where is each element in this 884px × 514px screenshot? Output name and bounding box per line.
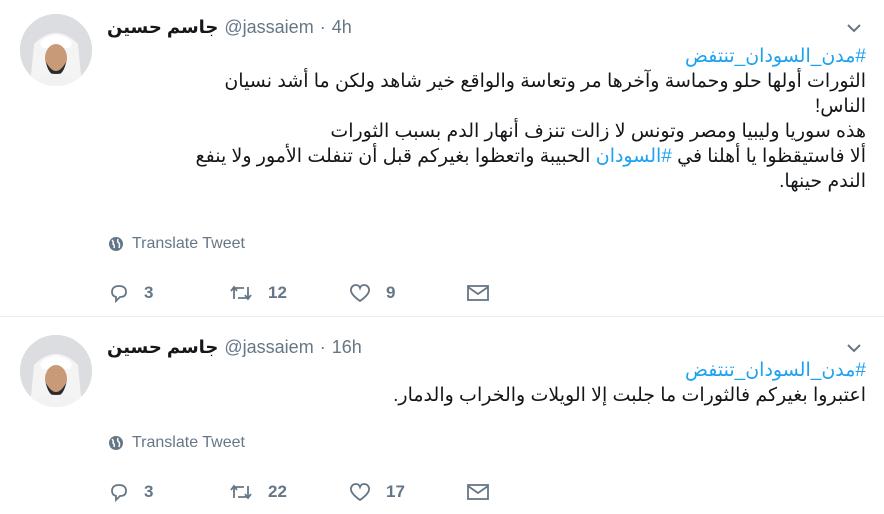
tweet-line: ألا فاستيقظوا يا أهلنا في #السودان الحبي… [107,144,866,169]
tweet-line-text: ألا فاستيقظوا يا أهلنا في [677,146,866,167]
reply-count: 3 [144,482,154,501]
author-handle[interactable]: @jassaiem [224,17,313,38]
chevron-down-icon[interactable] [844,338,864,358]
author-name[interactable]: جاسم حسين [107,337,218,358]
translate-tweet-link[interactable]: Translate Tweet [108,235,245,253]
translate-label: Translate Tweet [132,235,245,252]
reply-button[interactable]: 3 [108,282,228,304]
direct-message-button[interactable] [466,283,506,303]
retweet-button[interactable]: 12 [228,282,348,304]
reply-icon [111,484,127,503]
tweet-header: جاسم حسين @jassaiem · 16h [107,334,864,360]
tweet-1[interactable]: جاسم حسين @jassaiem · 4h #مدن_السودان_تن… [0,0,884,317]
reply-count: 3 [144,283,154,302]
like-count: 17 [386,482,405,501]
hashtag-link[interactable]: #السودان [596,146,672,167]
retweet-count: 22 [268,482,287,501]
author-handle[interactable]: @jassaiem [224,337,313,358]
chevron-down-icon[interactable] [844,18,864,38]
envelope-icon [467,285,489,301]
tweet-feed: جاسم حسين @jassaiem · 4h #مدن_السودان_تن… [0,0,884,514]
like-button[interactable]: 17 [348,481,466,503]
tweet-line: الندم حينها. [779,171,866,192]
globe-icon [109,436,123,450]
like-button[interactable]: 9 [348,282,466,304]
separator-dot: · [319,336,326,357]
avatar[interactable] [20,335,92,407]
tweet-line-text: الحبيبة واتعظوا بغيركم قبل أن تنفلت الأم… [195,146,591,167]
heart-icon [350,483,370,502]
tweet-text: #مدن_السودان_تنتفض الثورات أولها حلو وحم… [107,44,866,194]
tweet-2[interactable]: جاسم حسين @jassaiem · 16h #مدن_السودان_ت… [0,318,884,514]
direct-message-button[interactable] [466,482,506,502]
tweet-line: الثورات أولها حلو وحماسة وآخرها مر وتعاس… [224,71,866,92]
reply-icon [111,285,127,304]
retweet-button[interactable]: 22 [228,481,348,503]
hashtag-link[interactable]: #مدن_السودان_تنتفض [107,358,866,383]
timestamp[interactable]: 4h [332,17,352,38]
tweet-actions: 3 12 9 [108,279,506,307]
timestamp[interactable]: 16h [332,337,362,358]
tweet-line: الناس! [814,96,866,117]
tweet-text: #مدن_السودان_تنتفض اعتبروا بغيركم فالثور… [107,358,866,408]
tweet-actions: 3 22 17 [108,478,506,506]
like-count: 9 [386,283,396,302]
tweet-line: هذه سوريا وليبيا ومصر وتونس لا زالت تنزف… [330,121,866,142]
retweet-icon [230,285,252,301]
envelope-icon [467,484,489,500]
retweet-count: 12 [268,283,287,302]
translate-tweet-link[interactable]: Translate Tweet [108,434,245,452]
reply-button[interactable]: 3 [108,481,228,503]
retweet-icon [230,484,252,500]
author-name[interactable]: جاسم حسين [107,17,218,38]
hashtag-link[interactable]: #مدن_السودان_تنتفض [107,44,866,69]
translate-label: Translate Tweet [132,434,245,451]
separator-dot: · [319,16,326,37]
avatar[interactable] [20,14,92,86]
heart-icon [350,284,370,303]
globe-icon [109,237,123,251]
tweet-line: اعتبروا بغيركم فالثورات ما جلبت إلا الوي… [393,385,866,406]
tweet-header: جاسم حسين @jassaiem · 4h [107,14,864,40]
